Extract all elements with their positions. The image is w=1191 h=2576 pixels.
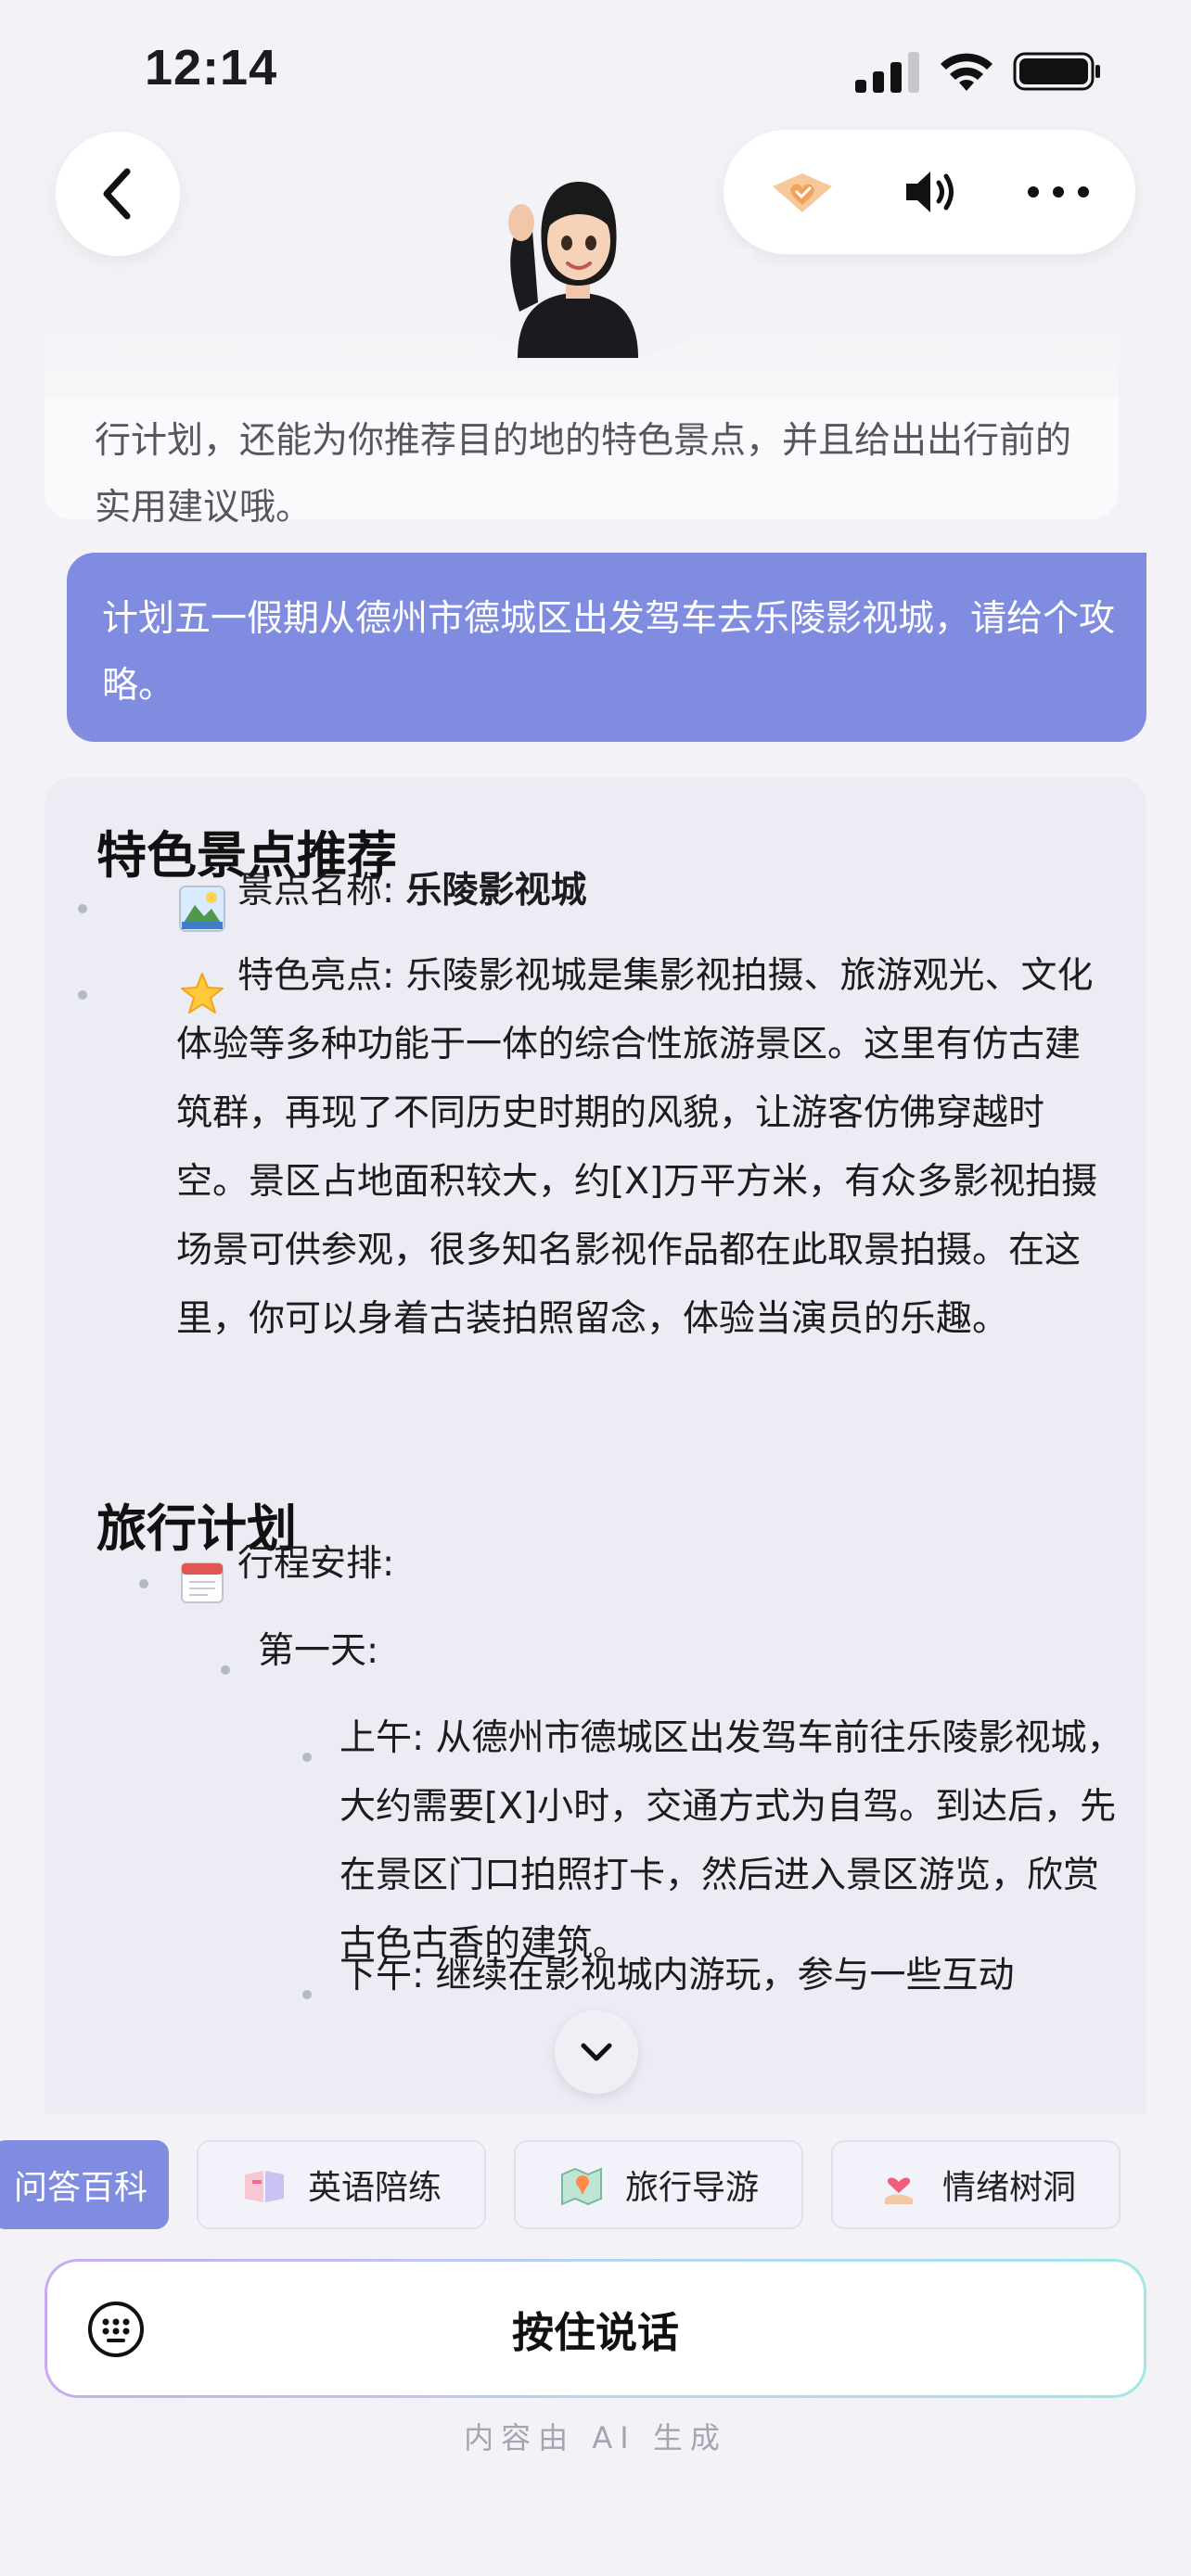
chip-label: 英语陪练	[307, 2169, 442, 2207]
highlight-text: 乐陵影视城是集影视拍摄、旅游观光、文化体验等多种功能于一体的综合性旅游景区。这里…	[176, 955, 1098, 1340]
bullet	[221, 1665, 230, 1675]
bullet	[302, 1990, 312, 1999]
assistant-answer-card: 特色景点推荐 景点名称: 乐陵影视城 特色亮点: 乐陵影视城是集影视拍摄、旅游观…	[45, 777, 1146, 2114]
list-item-morning: 上午: 从德州市德城区出发驾车前往乐陵影视城，大约需要[X]小时，交通方式为自驾…	[339, 1717, 1123, 1965]
intro-text: 行计划，还能为你推荐目的地的特色景点，并且给出出行前的实用建议哦。	[95, 420, 1072, 529]
list-item-highlight: 特色亮点: 乐陵影视城是集影视拍摄、旅游观光、文化体验等多种功能于一体的综合性旅…	[176, 942, 1104, 1354]
chip-label: 情绪树洞	[941, 2169, 1076, 2207]
battery-icon	[1013, 52, 1100, 91]
bullet	[78, 904, 87, 913]
chip-english[interactable]: 英语陪练	[197, 2140, 486, 2229]
voice-input-inner: 按住说话	[47, 2262, 1144, 2395]
sound-button[interactable]	[870, 130, 991, 254]
calendar-icon	[181, 1562, 224, 1603]
badge-button[interactable]	[742, 130, 863, 254]
voice-input-bar[interactable]: 按住说话	[45, 2259, 1146, 2398]
bullet	[302, 1753, 312, 1762]
wifi-icon	[941, 53, 992, 91]
list-item-day1: 第一天:	[258, 1630, 379, 1672]
chip-travel[interactable]: 旅行导游	[514, 2140, 803, 2229]
chevron-down-icon	[581, 2043, 612, 2061]
bullet	[78, 990, 87, 1000]
highlight-label: 特色亮点:	[237, 955, 406, 997]
scroll-down-button[interactable]	[555, 2010, 638, 2094]
assistant-avatar[interactable]	[501, 163, 655, 358]
speaker-icon	[906, 172, 954, 212]
landscape-photo-icon	[179, 886, 225, 932]
more-button[interactable]	[998, 130, 1119, 254]
status-bar: 12:14	[0, 0, 1191, 139]
back-button[interactable]	[56, 132, 180, 256]
header-actions	[724, 130, 1135, 254]
cellular-signal-icon	[855, 52, 919, 93]
more-dots-icon	[1028, 186, 1089, 198]
bullet	[139, 1579, 148, 1588]
status-time: 12:14	[145, 40, 278, 96]
quick-skill-chips: 问答百科 英语陪练 旅行导游 情绪树洞	[0, 2140, 1191, 2229]
chip-emotion[interactable]: 情绪树洞	[831, 2140, 1121, 2229]
chip-encyclopedia[interactable]: 问答百科	[0, 2140, 169, 2229]
hold-to-talk-label: 按住说话	[511, 2307, 679, 2357]
list-item-itinerary: 行程安排:	[237, 1543, 395, 1585]
travel-map-icon	[560, 2167, 602, 2206]
list-item-afternoon: 下午: 继续在影视城内游玩，参与一些互动	[339, 1955, 1015, 1996]
chevron-left-icon	[103, 168, 131, 220]
spot-label: 景点名称:	[237, 870, 406, 912]
chip-label: 旅行导游	[624, 2169, 759, 2207]
user-message-bubble: 计划五一假期从德州市德城区出发驾车去乐陵影视城，请给个攻略。	[67, 553, 1146, 742]
chip-label: 问答百科	[13, 2169, 147, 2207]
list-item-spot-name: 景点名称: 乐陵影视城	[237, 857, 1072, 925]
english-book-icon	[244, 2171, 284, 2202]
ai-generated-note: 内容由 AI 生成	[464, 2420, 727, 2455]
heart-hand-icon	[884, 2177, 913, 2204]
spot-name: 乐陵影视城	[405, 870, 587, 912]
heart-shield-badge-icon	[773, 173, 832, 212]
user-message-text: 计划五一假期从德州市德城区出发驾车去乐陵影视城，请给个攻略。	[102, 598, 1116, 707]
chat-area[interactable]: 行计划，还能为你推荐目的地的特色景点，并且给出出行前的实用建议哦。 计划五一假期…	[0, 278, 1191, 2114]
